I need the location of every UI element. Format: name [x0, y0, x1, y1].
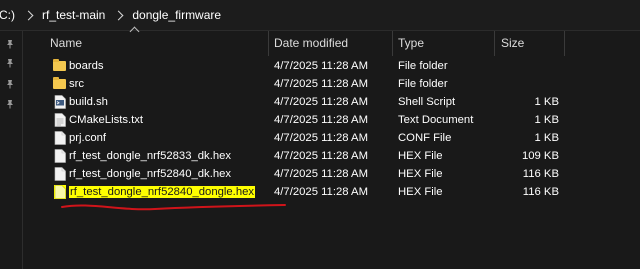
- text-file-icon: [54, 113, 66, 127]
- shell-script-icon: [54, 95, 66, 109]
- file-size: 116 KB: [522, 168, 559, 180]
- file-size: 1 KB: [534, 114, 560, 126]
- file-size: 1 KB: [534, 132, 560, 144]
- folder-icon: [53, 59, 66, 71]
- column-header-date-label: Date modified: [274, 36, 349, 50]
- highlighted-file-name: rf_test_dongle_nrf52840_dongle.hex: [69, 186, 256, 198]
- breadcrumb-rf-test-main[interactable]: rf_test-main: [40, 8, 107, 22]
- file-date: 4/7/2025 11:28 AM: [274, 114, 369, 126]
- column-header-date[interactable]: Date modified: [269, 31, 393, 56]
- file-date: 4/7/2025 11:28 AM: [274, 78, 369, 90]
- file-icon: [54, 149, 66, 163]
- file-type: HEX File: [398, 150, 443, 162]
- column-header-size-label: Size: [501, 36, 525, 50]
- file-date: 4/7/2025 11:28 AM: [274, 150, 369, 162]
- file-row-prj-conf[interactable]: prj.conf 4/7/2025 11:28 AM CONF File 1 K…: [23, 129, 640, 147]
- file-icon: [54, 185, 66, 199]
- file-type: HEX File: [398, 186, 443, 198]
- chevron-right-icon: [23, 10, 34, 20]
- file-name: rf_test_dongle_nrf52840_dk.hex: [69, 168, 232, 180]
- file-row-build-sh[interactable]: build.sh 4/7/2025 11:28 AM Shell Script …: [23, 93, 640, 111]
- file-name: boards: [69, 60, 104, 72]
- file-name: rf_test_dongle_nrf52833_dk.hex: [69, 150, 232, 162]
- red-underline-annotation: [61, 204, 286, 211]
- file-name: CMakeLists.txt: [69, 114, 144, 126]
- pin-icon[interactable]: [5, 39, 15, 49]
- file-explorer-window: C:) rf_test-main dongle_firmware Name Da…: [0, 0, 640, 269]
- file-size: 116 KB: [522, 186, 559, 198]
- file-row-src[interactable]: src 4/7/2025 11:28 AM File folder: [23, 75, 640, 93]
- file-row-boards[interactable]: boards 4/7/2025 11:28 AM File folder: [23, 57, 640, 75]
- column-header-size[interactable]: Size: [495, 31, 565, 56]
- file-name: src: [69, 78, 85, 90]
- pin-icon[interactable]: [5, 58, 15, 68]
- file-icon: [54, 167, 66, 181]
- file-size: 1 KB: [534, 96, 560, 108]
- file-name: prj.conf: [69, 132, 107, 144]
- file-date: 4/7/2025 11:28 AM: [274, 168, 369, 180]
- file-type: File folder: [398, 60, 448, 72]
- file-date: 4/7/2025 11:28 AM: [274, 96, 369, 108]
- column-header-name[interactable]: Name: [23, 31, 269, 56]
- chevron-right-icon: [113, 10, 124, 20]
- folder-icon: [53, 77, 66, 89]
- column-header-row: Name Date modified Type Size: [23, 31, 640, 56]
- file-row-nrf52833-dk[interactable]: rf_test_dongle_nrf52833_dk.hex 4/7/2025 …: [23, 147, 640, 165]
- breadcrumb-drive[interactable]: C:): [0, 8, 17, 22]
- pin-icon[interactable]: [5, 79, 15, 89]
- file-name: build.sh: [69, 96, 108, 108]
- file-date: 4/7/2025 11:28 AM: [274, 60, 369, 72]
- file-row-cmakelists[interactable]: CMakeLists.txt 4/7/2025 11:28 AM Text Do…: [23, 111, 640, 129]
- file-type: Shell Script: [398, 96, 456, 108]
- file-type: HEX File: [398, 168, 443, 180]
- file-row-nrf52840-dk[interactable]: rf_test_dongle_nrf52840_dk.hex 4/7/2025 …: [23, 165, 640, 183]
- file-type: CONF File: [398, 132, 452, 144]
- file-size: 109 KB: [521, 150, 559, 162]
- navigation-pane: [0, 31, 22, 269]
- file-date: 4/7/2025 11:28 AM: [274, 132, 369, 144]
- breadcrumb[interactable]: C:) rf_test-main dongle_firmware: [0, 0, 640, 31]
- breadcrumb-dongle-firmware[interactable]: dongle_firmware: [130, 8, 223, 22]
- file-type: Text Document: [398, 114, 474, 126]
- file-icon: [54, 131, 66, 145]
- column-header-name-label: Name: [50, 36, 83, 50]
- column-header-type-label: Type: [398, 36, 425, 50]
- column-header-type[interactable]: Type: [393, 31, 495, 56]
- pin-icon[interactable]: [5, 99, 15, 109]
- file-type: File folder: [398, 78, 448, 90]
